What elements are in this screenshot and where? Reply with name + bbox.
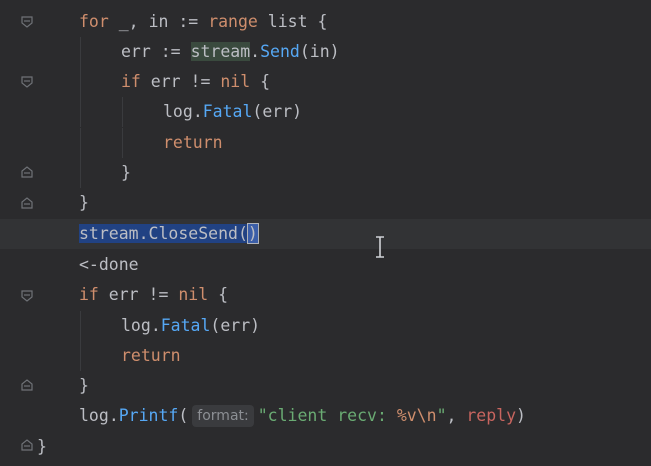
code-token[interactable]: log	[163, 102, 193, 121]
code-token[interactable]: :=	[151, 42, 191, 61]
text-cursor-icon	[374, 236, 386, 262]
code-line[interactable]: }	[0, 188, 651, 218]
code-content[interactable]: return	[163, 128, 223, 158]
code-token[interactable]: nil	[220, 72, 250, 91]
code-token[interactable]: for	[79, 12, 109, 31]
code-content[interactable]: }	[79, 188, 89, 218]
code-token[interactable]: return	[121, 346, 181, 365]
code-token[interactable]: )	[246, 223, 259, 244]
code-token[interactable]: in	[149, 12, 169, 31]
code-token[interactable]: err !=	[99, 285, 178, 304]
code-token[interactable]: nil	[178, 285, 208, 304]
code-content[interactable]: log.Fatal(err)	[163, 97, 302, 127]
code-token[interactable]: }	[37, 437, 47, 456]
indent-guide	[122, 128, 123, 158]
code-token[interactable]: .	[109, 406, 119, 425]
indent-guide	[80, 37, 81, 67]
code-token[interactable]: %v\n	[397, 406, 437, 425]
code-token[interactable]: if	[121, 72, 141, 91]
code-line[interactable]: err := stream.Send(in)	[0, 37, 651, 67]
code-line[interactable]: }	[0, 432, 651, 462]
code-line[interactable]: for _, in := range list {	[0, 7, 651, 37]
indent-guide	[80, 128, 81, 158]
code-line[interactable]: return	[0, 341, 651, 371]
code-token[interactable]: {	[208, 285, 228, 304]
code-token[interactable]: err	[121, 42, 151, 61]
code-content[interactable]: return	[121, 341, 181, 371]
indent-guide	[80, 97, 81, 127]
code-token[interactable]: "	[437, 406, 447, 425]
code-token[interactable]: err !=	[141, 72, 220, 91]
code-token[interactable]: (	[178, 406, 188, 425]
code-content[interactable]: }	[79, 371, 89, 401]
code-line[interactable]: if err != nil {	[0, 280, 651, 310]
indent-guide	[80, 341, 81, 371]
indent-guide	[80, 67, 81, 97]
code-content[interactable]: }	[37, 432, 47, 462]
code-content[interactable]: err := stream.Send(in)	[121, 37, 340, 67]
code-content[interactable]: for _, in := range list {	[79, 7, 327, 37]
code-token[interactable]: .	[193, 102, 203, 121]
code-line[interactable]: log.Printf(format: "client recv: %v\n", r…	[0, 401, 651, 431]
code-content[interactable]: log.Printf(format: "client recv: %v\n", r…	[79, 401, 526, 431]
code-token[interactable]: (err)	[210, 316, 260, 335]
code-content[interactable]: if err != nil {	[79, 280, 228, 310]
code-token[interactable]: Printf	[119, 406, 179, 425]
code-token[interactable]: range	[208, 12, 258, 31]
code-content[interactable]: }	[121, 158, 131, 188]
code-editor[interactable]: for _, in := range list {err := stream.S…	[0, 0, 651, 466]
code-token[interactable]: reply	[466, 406, 516, 425]
parameter-hint: format:	[192, 405, 254, 427]
code-token[interactable]: Fatal	[161, 316, 211, 335]
code-token[interactable]: log	[79, 406, 109, 425]
code-token[interactable]: Fatal	[203, 102, 253, 121]
code-token[interactable]: ,	[447, 406, 467, 425]
code-line[interactable]: log.Fatal(err)	[0, 97, 651, 127]
code-token[interactable]: if	[79, 285, 99, 304]
code-token[interactable]: _,	[109, 12, 149, 31]
code-token[interactable]: log	[121, 316, 151, 335]
code-line[interactable]: <-done	[0, 250, 651, 280]
code-token[interactable]: }	[121, 163, 131, 182]
code-token[interactable]: .	[250, 42, 260, 61]
code-line[interactable]: }	[0, 371, 651, 401]
code-content[interactable]: <-done	[79, 250, 139, 280]
code-content[interactable]: if err != nil {	[121, 67, 270, 97]
code-token[interactable]: .	[151, 316, 161, 335]
code-content[interactable]: stream.CloseSend()	[79, 219, 259, 249]
code-token[interactable]: }	[79, 376, 89, 395]
code-token[interactable]: :=	[168, 12, 208, 31]
code-token[interactable]: stream.CloseSend(	[79, 224, 248, 243]
indent-guide	[80, 158, 81, 188]
code-token[interactable]: (in)	[300, 42, 340, 61]
indent-guide	[80, 311, 81, 341]
code-token[interactable]: )	[516, 406, 526, 425]
code-line[interactable]: stream.CloseSend()	[0, 219, 651, 249]
code-token[interactable]: }	[79, 193, 89, 212]
code-token[interactable]: {	[250, 72, 270, 91]
code-token[interactable]: <-done	[79, 255, 139, 274]
code-token[interactable]: (err)	[252, 102, 302, 121]
indent-guide	[122, 97, 123, 127]
code-token[interactable]: Send	[260, 42, 300, 61]
code-token[interactable]: return	[163, 133, 223, 152]
code-token[interactable]: stream	[190, 42, 251, 61]
code-line[interactable]: log.Fatal(err)	[0, 311, 651, 341]
code-token[interactable]: list {	[258, 12, 328, 31]
code-content[interactable]: log.Fatal(err)	[121, 311, 260, 341]
code-line[interactable]: return	[0, 128, 651, 158]
code-line[interactable]: }	[0, 158, 651, 188]
code-line[interactable]: if err != nil {	[0, 67, 651, 97]
code-token[interactable]: "client recv:	[258, 406, 397, 425]
